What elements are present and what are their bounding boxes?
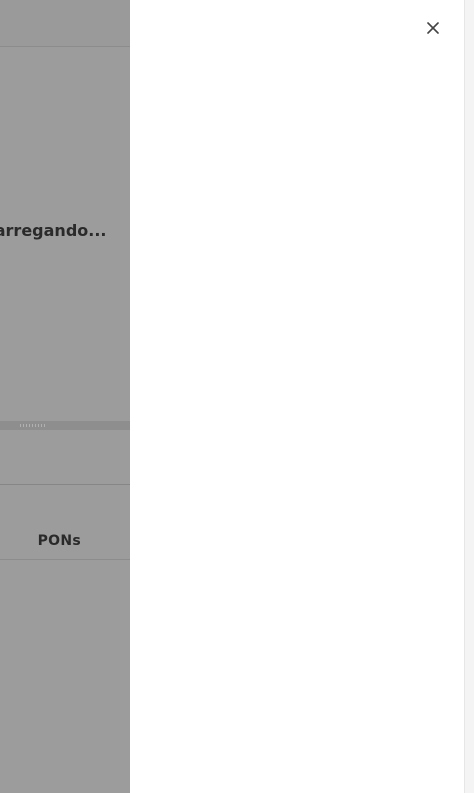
background-app-dimmed: Carregando... PONs	[0, 0, 130, 793]
close-icon	[427, 22, 439, 34]
screen: Carregando... PONs	[0, 0, 474, 793]
tab-pons-label: PONs	[37, 533, 81, 549]
loading-message: Carregando...	[0, 221, 107, 240]
background-section	[0, 430, 130, 485]
tab-pons: PONs	[0, 485, 130, 560]
scrollbar-gutter[interactable]	[464, 0, 474, 793]
background-top-bar	[0, 0, 130, 47]
close-button[interactable]	[422, 17, 444, 39]
pane-splitter	[0, 421, 130, 430]
splitter-grip-icon	[20, 424, 46, 427]
side-drawer	[130, 0, 464, 793]
